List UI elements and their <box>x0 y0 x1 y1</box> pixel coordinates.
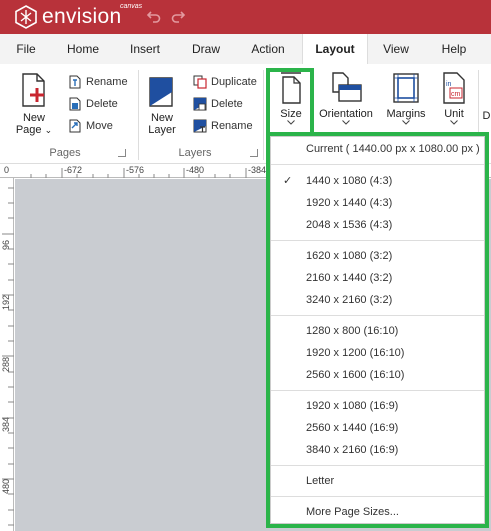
margins-label: Margins <box>386 108 426 120</box>
move-page-label: Move <box>86 120 113 132</box>
ribbon-divider <box>138 70 139 160</box>
unit-icon: in cm <box>443 72 465 104</box>
rename-icon <box>69 75 81 89</box>
chevron-down-icon <box>402 120 410 125</box>
tab-file[interactable]: File <box>8 34 44 64</box>
layers-group-label: Layers <box>178 147 212 159</box>
tab-help[interactable]: Help <box>432 34 476 64</box>
duplicate-layer-button[interactable]: Duplicate <box>193 72 257 92</box>
pages-launcher-icon[interactable] <box>118 149 126 157</box>
new-layer-button[interactable]: New Layer <box>142 72 182 136</box>
tab-layout[interactable]: Layout <box>302 34 368 64</box>
new-layer-icon <box>149 77 173 107</box>
vertical-ruler: 96 192 288 384 480 <box>0 178 14 531</box>
chevron-down-icon <box>342 120 350 125</box>
chevron-down-icon <box>450 120 458 125</box>
delete-layer-label: Delete <box>211 98 243 110</box>
svg-text:cm: cm <box>451 91 461 98</box>
ruler-ticks <box>30 168 247 178</box>
pages-group-label: Pages <box>49 147 81 159</box>
tab-insert[interactable]: Insert <box>122 34 168 64</box>
new-page-label-1: New <box>22 112 45 124</box>
new-page-icon <box>22 73 45 107</box>
app-logo: envision canvas <box>14 3 142 30</box>
title-bar: envision canvas <box>0 0 491 34</box>
new-layer-label-1: New <box>150 112 173 124</box>
tab-view[interactable]: View <box>374 34 418 64</box>
dropdown-highlight <box>266 132 489 528</box>
size-button-highlight <box>266 68 314 136</box>
orientation-icon <box>332 72 362 102</box>
unit-label: Unit <box>444 108 464 120</box>
tab-draw[interactable]: Draw <box>184 34 228 64</box>
tab-home[interactable]: Home <box>60 34 106 64</box>
margins-icon <box>393 73 419 103</box>
delete-page-label: Delete <box>86 98 118 110</box>
rename-layer-icon <box>193 119 207 133</box>
duplicate-layer-label: Duplicate <box>211 76 257 88</box>
rename-page-label: Rename <box>86 76 128 88</box>
delete-page-button[interactable]: Delete <box>68 94 118 114</box>
cut-off-label: D <box>482 110 491 122</box>
rename-layer-label: Rename <box>211 120 253 132</box>
rename-page-button[interactable]: Rename <box>68 72 128 92</box>
new-page-chevron: ⌄ <box>44 125 53 135</box>
cut-off-button[interactable]: D <box>482 110 491 122</box>
move-page-button[interactable]: Move <box>68 116 113 136</box>
undo-icon[interactable] <box>146 8 162 24</box>
margins-button[interactable]: Margins <box>382 72 430 129</box>
layers-launcher-icon[interactable] <box>250 149 258 157</box>
app-name: envision <box>42 5 122 28</box>
duplicate-icon <box>193 75 207 89</box>
menu-bar: File Home Insert Draw Action Layout View… <box>0 34 491 64</box>
envision-logo-icon <box>15 5 37 29</box>
app-subname: canvas <box>120 3 143 10</box>
tab-action[interactable]: Action <box>244 34 292 64</box>
new-layer-label-2: Layer <box>148 124 176 136</box>
new-page-button[interactable]: New Page ⌄ <box>12 72 56 136</box>
orientation-label: Orientation <box>319 108 373 120</box>
ribbon-divider <box>263 70 264 160</box>
move-icon <box>69 119 81 133</box>
redo-icon[interactable] <box>170 8 186 24</box>
delete-layer-icon <box>193 97 207 111</box>
orientation-button[interactable]: Orientation <box>316 72 376 129</box>
unit-button[interactable]: in cm Unit <box>436 72 472 129</box>
rename-layer-button[interactable]: Rename <box>193 116 253 136</box>
svg-text:in: in <box>446 81 452 88</box>
new-page-label-2: Page <box>15 124 42 136</box>
delete-layer-button[interactable]: Delete <box>193 94 243 114</box>
ruler-ticks <box>2 187 14 526</box>
delete-icon <box>69 97 81 111</box>
